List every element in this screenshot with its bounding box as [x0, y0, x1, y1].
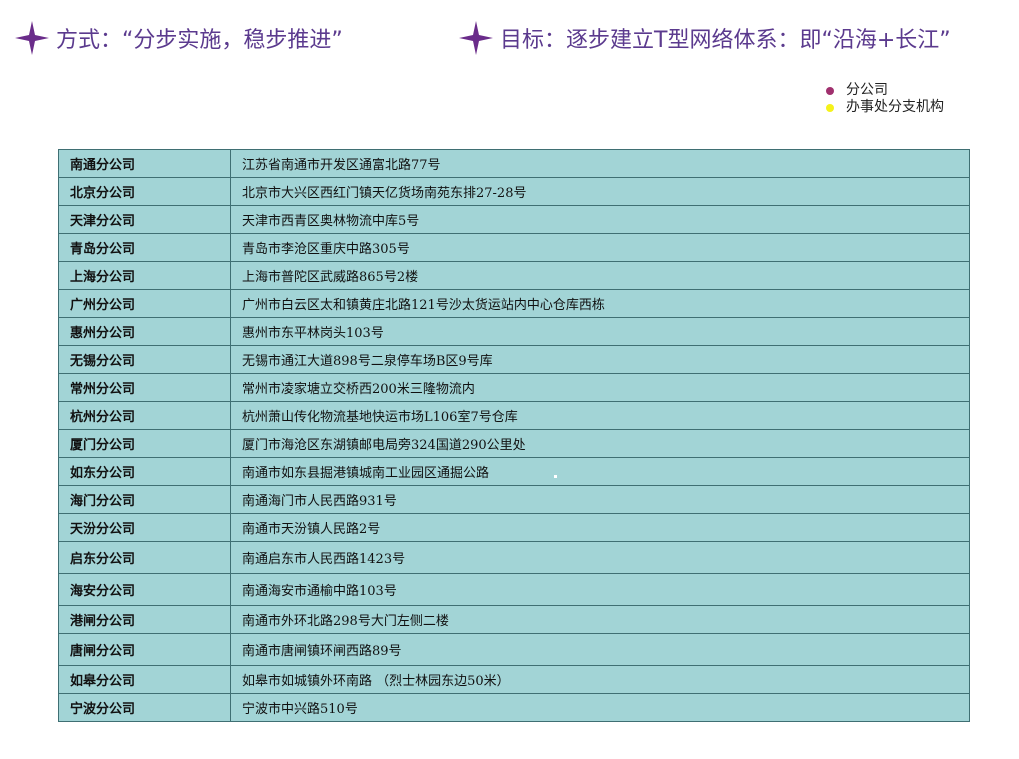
branch-address-cell: 广州市白云区太和镇黄庄北路121号沙太货运站内中心仓库西栋 — [230, 289, 970, 318]
branch-address-cell: 江苏省南通市开发区通富北路77号 — [230, 149, 970, 178]
branch-name-cell: 港闸分公司 — [58, 605, 231, 634]
branch-address-table: 南通分公司 江苏省南通市开发区通富北路77号 北京分公司 北京市大兴区西红门镇天亿货场… — [58, 149, 970, 722]
branch-name-cell: 唐闸分公司 — [58, 633, 231, 666]
table-row: 海门分公司 南通海门市人民西路931号 — [58, 485, 970, 514]
branch-name-cell: 启东分公司 — [58, 541, 231, 574]
branch-address-cell: 南通市天汾镇人民路2号 — [230, 513, 970, 542]
branch-address-cell: 天津市西青区奥林物流中库5号 — [230, 205, 970, 234]
branch-name-cell: 无锡分公司 — [58, 345, 231, 374]
branch-address-cell: 南通海安市通榆中路103号 — [230, 573, 970, 606]
branch-address-cell: 常州市凌家塘立交桥西200米三隆物流内 — [230, 373, 970, 402]
legend: 分公司 办事处分支机构 — [826, 82, 944, 116]
branch-name-cell: 海安分公司 — [58, 573, 231, 606]
branch-name-cell: 杭州分公司 — [58, 401, 231, 430]
branch-name-cell: 南通分公司 — [58, 149, 231, 178]
table-row: 启东分公司 南通启东市人民西路1423号 — [58, 541, 970, 574]
table-row: 天汾分公司 南通市天汾镇人民路2号 — [58, 513, 970, 542]
branch-dot-icon — [826, 86, 834, 95]
table-row: 广州分公司 广州市白云区太和镇黄庄北路121号沙太货运站内中心仓库西栋 — [58, 289, 970, 318]
branch-name-cell: 如皋分公司 — [58, 665, 231, 694]
table-row: 上海分公司 上海市普陀区武威路865号2楼 — [58, 261, 970, 290]
legend-office-label: 办事处分支机构 — [846, 99, 944, 115]
branch-name-cell: 天汾分公司 — [58, 513, 231, 542]
branch-name-cell: 常州分公司 — [58, 373, 231, 402]
table-row: 宁波分公司 宁波市中兴路510号 — [58, 693, 970, 722]
table-row: 如皋分公司 如皋市如城镇外环南路 （烈士林园东边50米） — [58, 665, 970, 694]
branch-name-cell: 广州分公司 — [58, 289, 231, 318]
branch-name-cell: 如东分公司 — [58, 457, 231, 486]
branch-name-cell: 海门分公司 — [58, 485, 231, 514]
heading-goal-text: 目标：逐步建立T型网络体系：即“沿海+长江” — [500, 28, 951, 53]
table-row: 南通分公司 江苏省南通市开发区通富北路77号 — [58, 149, 970, 178]
branch-name-cell: 厦门分公司 — [58, 429, 231, 458]
branch-address-cell: 杭州萧山传化物流基地快运市场L106室7号仓库 — [230, 401, 970, 430]
branch-name-cell: 天津分公司 — [58, 205, 231, 234]
branch-address-cell: 青岛市李沧区重庆中路305号 — [230, 233, 970, 262]
branch-address-cell: 南通市外环北路298号大门左侧二楼 — [230, 605, 970, 634]
table-row: 港闸分公司 南通市外环北路298号大门左侧二楼 — [58, 605, 970, 634]
branch-name-cell: 北京分公司 — [58, 177, 231, 206]
branch-name-cell: 惠州分公司 — [58, 317, 231, 346]
heading-goal: 目标：逐步建立T型网络体系：即“沿海+长江” — [458, 20, 951, 56]
table-row: 惠州分公司 惠州市东平林岗头103号 — [58, 317, 970, 346]
decorative-speck — [554, 475, 557, 478]
table-row: 厦门分公司 厦门市海沧区东湖镇邮电局旁324国道290公里处 — [58, 429, 970, 458]
branch-address-cell: 上海市普陀区武威路865号2楼 — [230, 261, 970, 290]
branch-address-cell: 北京市大兴区西红门镇天亿货场南苑东排27-28号 — [230, 177, 970, 206]
branch-address-cell: 宁波市中兴路510号 — [230, 693, 970, 722]
office-dot-icon — [826, 103, 834, 112]
branch-name-cell: 青岛分公司 — [58, 233, 231, 262]
branch-address-cell: 南通启东市人民西路1423号 — [230, 541, 970, 574]
table-row: 杭州分公司 杭州萧山传化物流基地快运市场L106室7号仓库 — [58, 401, 970, 430]
four-point-star-icon — [459, 21, 493, 55]
table-row: 唐闸分公司 南通市唐闸镇环闸西路89号 — [58, 633, 970, 666]
branch-address-cell: 如皋市如城镇外环南路 （烈士林园东边50米） — [230, 665, 970, 694]
heading-method-text: 方式：“分步实施，稳步推进” — [56, 28, 343, 53]
branch-name-cell: 宁波分公司 — [58, 693, 231, 722]
legend-item-branch: 分公司 — [826, 82, 944, 99]
table-row: 常州分公司 常州市凌家塘立交桥西200米三隆物流内 — [58, 373, 970, 402]
heading-method: 方式：“分步实施，稳步推进” — [14, 20, 343, 56]
four-point-star-icon — [15, 21, 49, 55]
branch-name-cell: 上海分公司 — [58, 261, 231, 290]
branch-address-cell: 南通海门市人民西路931号 — [230, 485, 970, 514]
branch-address-cell: 南通市如东县掘港镇城南工业园区通掘公路 — [230, 457, 970, 486]
table-row: 如东分公司 南通市如东县掘港镇城南工业园区通掘公路 — [58, 457, 970, 486]
table-row: 北京分公司 北京市大兴区西红门镇天亿货场南苑东排27-28号 — [58, 177, 970, 206]
branch-address-cell: 厦门市海沧区东湖镇邮电局旁324国道290公里处 — [230, 429, 970, 458]
branch-address-cell: 无锡市通江大道898号二泉停车场B区9号库 — [230, 345, 970, 374]
table-row: 天津分公司 天津市西青区奥林物流中库5号 — [58, 205, 970, 234]
branch-address-cell: 南通市唐闸镇环闸西路89号 — [230, 633, 970, 666]
table-row: 无锡分公司 无锡市通江大道898号二泉停车场B区9号库 — [58, 345, 970, 374]
branch-address-cell: 惠州市东平林岗头103号 — [230, 317, 970, 346]
legend-item-office: 办事处分支机构 — [826, 99, 944, 116]
table-row: 青岛分公司 青岛市李沧区重庆中路305号 — [58, 233, 970, 262]
legend-branch-label: 分公司 — [846, 82, 888, 98]
table-row: 海安分公司 南通海安市通榆中路103号 — [58, 573, 970, 606]
